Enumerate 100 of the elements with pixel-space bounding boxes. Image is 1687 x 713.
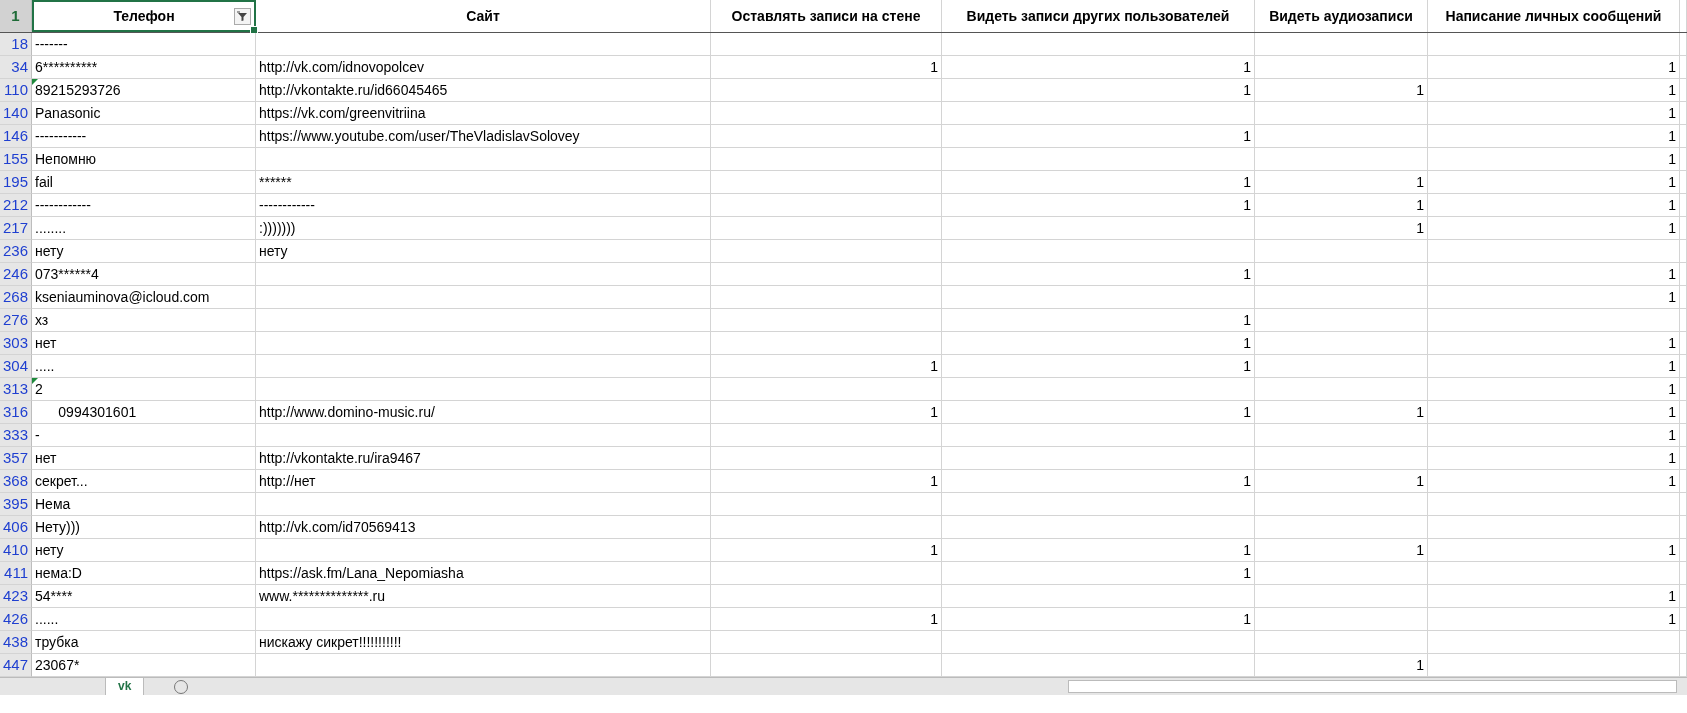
table-cell: www.**************.ru xyxy=(256,585,711,608)
row-number[interactable]: 423 xyxy=(0,585,32,608)
column-title: Телефон xyxy=(113,8,175,24)
row-number[interactable]: 155 xyxy=(0,148,32,171)
table-cell: 1 xyxy=(1428,378,1680,401)
row-number[interactable]: 212 xyxy=(0,194,32,217)
table-cell: 1 xyxy=(1428,424,1680,447)
table-cell: ------- xyxy=(32,33,256,56)
column-header[interactable]: Написание личных сообщений xyxy=(1428,0,1680,32)
table-cell: 1 xyxy=(1428,539,1680,562)
table-cell: 1 xyxy=(711,539,942,562)
table-cell: 1 xyxy=(942,562,1255,585)
row-number[interactable]: 304 xyxy=(0,355,32,378)
table-cell: 1 xyxy=(942,125,1255,148)
table-cell: Panasonic xyxy=(32,102,256,125)
table-cell: 1 xyxy=(942,171,1255,194)
table-cell: 1 xyxy=(942,263,1255,286)
row-number[interactable]: 406 xyxy=(0,516,32,539)
table-cell: 1 xyxy=(1255,539,1428,562)
table-cell: 1 xyxy=(1428,102,1680,125)
table-cell: 1 xyxy=(1428,332,1680,355)
sheet-tab[interactable]: vk xyxy=(105,678,145,695)
column-title: Видеть аудиозаписи xyxy=(1269,8,1413,24)
table-cell: https://ask.fm/Lana_Nepomiasha xyxy=(256,562,711,585)
table-cell: секрет... xyxy=(32,470,256,493)
horizontal-scrollbar[interactable] xyxy=(1068,680,1677,693)
table-cell: 1 xyxy=(942,470,1255,493)
table-cell: 1 xyxy=(942,355,1255,378)
row-number[interactable]: 1 xyxy=(0,0,32,32)
table-cell: 1 xyxy=(1428,401,1680,424)
row-number[interactable]: 426 xyxy=(0,608,32,631)
column-header[interactable]: Видеть записи других пользователей xyxy=(942,0,1255,32)
table-cell: :))))))) xyxy=(256,217,711,240)
row-number[interactable]: 411 xyxy=(0,562,32,585)
column-title: Написание личных сообщений xyxy=(1445,8,1662,24)
table-cell: 1 xyxy=(1428,447,1680,470)
row-number[interactable]: 236 xyxy=(0,240,32,263)
row-number[interactable]: 217 xyxy=(0,217,32,240)
table-cell: ...... xyxy=(32,608,256,631)
row-number[interactable]: 333 xyxy=(0,424,32,447)
table-cell: 2 xyxy=(32,378,256,401)
table-cell: 1 xyxy=(711,56,942,79)
table-cell: Нету))) xyxy=(32,516,256,539)
row-number[interactable]: 447 xyxy=(0,654,32,677)
table-cell: 1 xyxy=(1428,217,1680,240)
table-cell: https://www.youtube.com/user/TheVladislavSolovey xyxy=(256,125,711,148)
table-cell: 1 xyxy=(711,608,942,631)
row-number[interactable]: 195 xyxy=(0,171,32,194)
row-number[interactable]: 276 xyxy=(0,309,32,332)
table-cell: kseniauminova@icloud.com xyxy=(32,286,256,309)
table-cell: 1 xyxy=(942,79,1255,102)
row-number[interactable]: 268 xyxy=(0,286,32,309)
table-cell: трубка xyxy=(32,631,256,654)
table-cell: 1 xyxy=(711,470,942,493)
table-cell: ..... xyxy=(32,355,256,378)
row-number[interactable]: 140 xyxy=(0,102,32,125)
table-cell: 1 xyxy=(1255,79,1428,102)
table-cell: 89215293726 xyxy=(32,79,256,102)
row-number[interactable]: 110 xyxy=(0,79,32,102)
table-cell: 1 xyxy=(1428,286,1680,309)
table-cell: 1 xyxy=(711,355,942,378)
table-cell: нет xyxy=(32,447,256,470)
table-cell: 1 xyxy=(1255,171,1428,194)
column-header[interactable]: Видеть аудиозаписи xyxy=(1255,0,1428,32)
table-cell: 1 xyxy=(711,401,942,424)
row-number[interactable]: 246 xyxy=(0,263,32,286)
table-cell: 1 xyxy=(1428,470,1680,493)
column-header[interactable]: Телефон xyxy=(32,0,256,32)
table-cell: 1 xyxy=(1428,263,1680,286)
column-header[interactable]: Сайт xyxy=(256,0,711,32)
row-number[interactable]: 34 xyxy=(0,56,32,79)
table-cell: 0994301601 xyxy=(32,401,256,424)
row-number[interactable]: 395 xyxy=(0,493,32,516)
filter-button[interactable] xyxy=(234,8,251,25)
filter-icon xyxy=(236,10,249,23)
column-title: Видеть записи других пользователей xyxy=(966,8,1230,24)
row-number[interactable]: 410 xyxy=(0,539,32,562)
table-cell: ------------ xyxy=(32,194,256,217)
row-number[interactable]: 146 xyxy=(0,125,32,148)
table-cell: 1 xyxy=(942,194,1255,217)
table-cell: fail xyxy=(32,171,256,194)
table-cell: 1 xyxy=(1428,79,1680,102)
table-cell: хз xyxy=(32,309,256,332)
table-cell: 1 xyxy=(1428,125,1680,148)
table-cell: ........ xyxy=(32,217,256,240)
column-title: Сайт xyxy=(466,8,500,24)
row-number[interactable]: 18 xyxy=(0,33,32,56)
row-number[interactable]: 368 xyxy=(0,470,32,493)
row-number[interactable]: 438 xyxy=(0,631,32,654)
row-number[interactable]: 313 xyxy=(0,378,32,401)
table-cell: https://vk.com/greenvitriina xyxy=(256,102,711,125)
row-number[interactable]: 316 xyxy=(0,401,32,424)
fill-handle[interactable] xyxy=(250,26,258,34)
table-cell: - xyxy=(32,424,256,447)
row-number[interactable]: 357 xyxy=(0,447,32,470)
table-cell: 1 xyxy=(1428,194,1680,217)
table-cell: http://vkontakte.ru/ira9467 xyxy=(256,447,711,470)
row-number[interactable]: 303 xyxy=(0,332,32,355)
table-cell: http://vkontakte.ru/id66045465 xyxy=(256,79,711,102)
column-header[interactable]: Оставлять записи на стене xyxy=(711,0,942,32)
